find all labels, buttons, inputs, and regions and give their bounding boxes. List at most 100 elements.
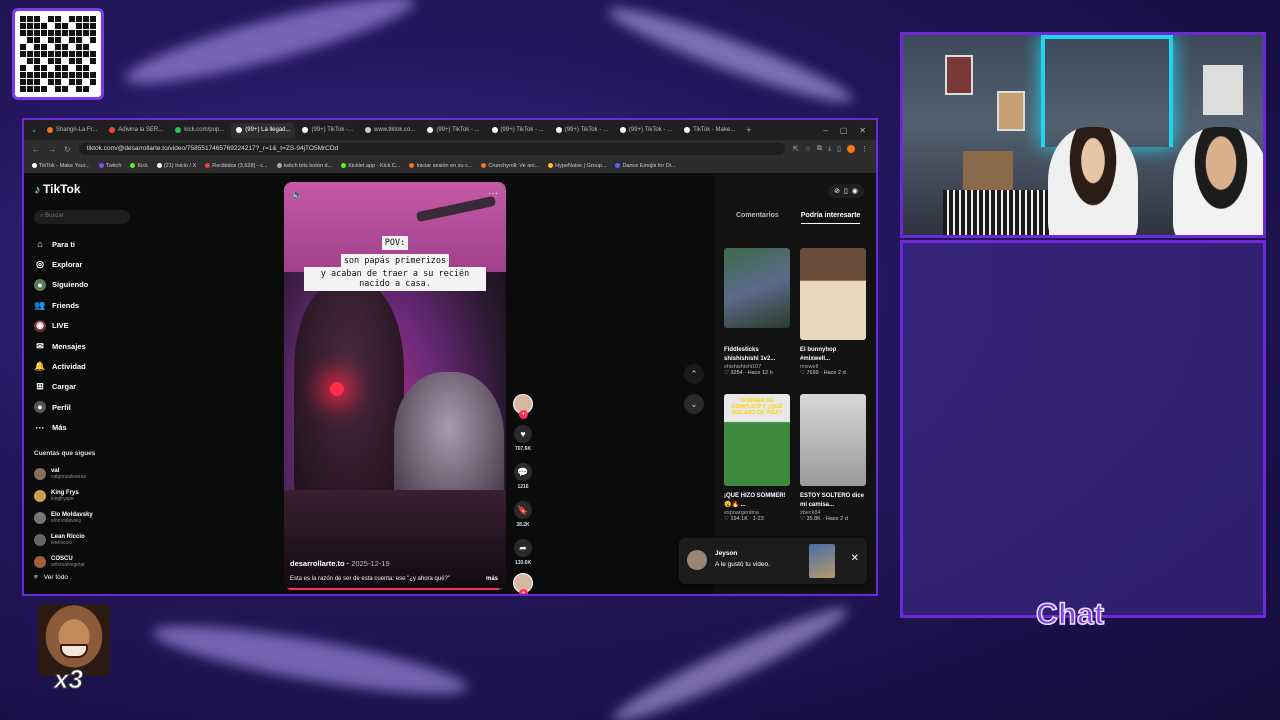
qr-module xyxy=(34,86,40,92)
menu-item-perfil[interactable]: ● Perfil xyxy=(34,397,88,417)
creator-avatar[interactable] xyxy=(513,394,533,419)
like-icon[interactable]: ♥ xyxy=(514,425,532,443)
bookmark-item[interactable]: HypeNoise | Group... xyxy=(548,163,606,169)
tiktok-logo[interactable]: ♪ TikTok xyxy=(34,182,81,196)
menu-item-explorar[interactable]: ◎ Explorar xyxy=(34,254,88,274)
download-icon[interactable]: ⤓ xyxy=(828,145,831,153)
sound-disc-avatar[interactable] xyxy=(513,573,533,594)
video-more-icon[interactable]: ··· xyxy=(488,188,498,199)
menu-item-friends[interactable]: 👥 Friends xyxy=(34,295,88,315)
video-author[interactable]: desarrollarte.to · 2025-12-19 xyxy=(290,559,390,568)
extension-icon[interactable]: ⧉ xyxy=(817,145,822,153)
chevron-up-icon[interactable]: ⌃ xyxy=(684,364,704,384)
volume-icon[interactable]: 🔈 xyxy=(292,190,302,199)
card-thumbnail xyxy=(800,394,866,486)
notification-toast[interactable]: Jeyson A le gustó tu video. ✕ xyxy=(679,538,867,584)
menu-item-mensajes[interactable]: ✉ Mensajes xyxy=(34,336,88,356)
browser-tab[interactable]: Shangri-La Fr... xyxy=(42,123,102,138)
browser-tab[interactable]: www.tiktok.co... xyxy=(360,123,420,138)
notification-avatar xyxy=(687,550,707,570)
bookmark-item[interactable]: Twitch xyxy=(98,163,121,169)
browser-tab[interactable]: (99+) TikTok - ... xyxy=(551,123,613,138)
bookmark-item[interactable]: Kick xyxy=(130,163,148,169)
menu-item-siguiendo[interactable]: ● Siguiendo xyxy=(34,275,88,295)
tab-search-icon[interactable]: ⌄ xyxy=(28,126,40,134)
sidepanel-icon[interactable]: ▯ xyxy=(837,145,841,153)
user-avatar[interactable]: ◉ xyxy=(852,187,858,195)
tab-comentarios[interactable]: Comentarios xyxy=(736,212,779,224)
bookmark-item[interactable]: (21) Inicio / X xyxy=(156,163,196,169)
chevron-down-icon[interactable]: ⌄ xyxy=(684,394,704,414)
following-account[interactable]: King Frys kingfryspe xyxy=(34,490,79,502)
more-icon: ··· xyxy=(35,422,45,433)
chat-panel xyxy=(900,240,1266,618)
menu-item-para-ti[interactable]: ⌂ Para ti xyxy=(34,234,88,254)
url-field[interactable]: tiktok.com/@desarrollarte.to/video/75855… xyxy=(78,143,785,155)
bookmark-icon[interactable]: 🔖 xyxy=(514,501,532,519)
comment-icon[interactable]: 💬 xyxy=(514,463,532,481)
qr-module xyxy=(62,58,68,64)
browser-tab[interactable]: kick.com/pop... xyxy=(170,123,229,138)
browser-tab[interactable]: Adivina la SER... xyxy=(104,123,168,138)
forward-icon[interactable]: → xyxy=(48,145,56,154)
qr-module xyxy=(34,72,40,78)
recommended-card[interactable]: El bunnyhop #mixwell... mixwell ♡ 7699 ·… xyxy=(800,248,866,376)
menu-item-actividad[interactable]: 🔔 Actividad xyxy=(34,356,88,376)
device-icon[interactable]: ▯ xyxy=(844,187,848,195)
bookmark-item[interactable]: Crunchyroll: Ve ani... xyxy=(481,163,539,169)
tab-podria-interesarte[interactable]: Podría interesarte xyxy=(800,212,861,224)
see-all-link[interactable]: ≡ Ver todo xyxy=(34,574,68,581)
browser-tab[interactable]: (99+) TikTok - ... xyxy=(422,123,484,138)
streamer-girl xyxy=(1048,127,1138,235)
recommended-card[interactable]: Fiddlesticks shishishishi 1v2... shishis… xyxy=(724,248,790,376)
following-account[interactable]: Elo Moldavsky elomoldavsky xyxy=(34,512,93,524)
menu-label: Siguiendo xyxy=(52,280,89,290)
following-account[interactable]: val valgonzaleeeaa xyxy=(34,468,86,480)
following-account[interactable]: Lean Riccio leanriccio xyxy=(34,534,85,546)
menu-item-cargar[interactable]: ⊞ Cargar xyxy=(34,377,88,397)
qr-module xyxy=(62,51,68,57)
card-thumbnail: SUMMER SE COMPLICÓ Y ¿QUÉ GOLAZO DE PISA… xyxy=(724,394,790,486)
browser-tab[interactable]: (99+) TikTok -... xyxy=(297,123,358,138)
qr-module xyxy=(41,72,47,78)
search-input[interactable]: ⌕ Buscar xyxy=(34,210,130,224)
bookmark-item[interactable]: twitch bits botón d... xyxy=(276,163,332,169)
browser-tab[interactable]: TikTok - Make... xyxy=(679,123,740,138)
bookmark-item[interactable]: Recibidos (3,628) - c... xyxy=(205,163,268,169)
coin-icon[interactable]: ⊘ xyxy=(834,187,840,195)
qr-module xyxy=(55,58,61,64)
browser-tab-active[interactable]: (99+) La llegad... xyxy=(231,122,296,138)
video-progress-bar[interactable] xyxy=(284,588,506,590)
browser-tab[interactable]: (99+) TikTok - ... xyxy=(487,123,549,138)
share-icon[interactable]: ➦ xyxy=(514,539,532,557)
minimize-icon[interactable]: – xyxy=(823,126,827,135)
bookmark-item[interactable]: Iniciar sesión en su c... xyxy=(409,163,472,169)
card-time: Hace 12 h xyxy=(747,370,773,376)
browser-tab[interactable]: (99+) TikTok - ... xyxy=(615,123,677,138)
close-icon[interactable]: ✕ xyxy=(851,553,859,564)
account-handle: elomoldavsky xyxy=(51,518,82,524)
cast-icon[interactable]: ⇱ xyxy=(793,145,799,153)
bookmark-item[interactable]: Kicklet.app - Kick C... xyxy=(341,163,400,169)
new-tab-button[interactable]: + xyxy=(742,125,755,135)
back-icon[interactable]: ← xyxy=(32,145,40,154)
more-button[interactable]: más xyxy=(486,576,498,582)
bookmark-item[interactable]: Dance Emojis for Di... xyxy=(615,163,676,169)
live-icon: ◉ xyxy=(34,319,46,332)
recommended-card[interactable]: ESTOY SOLTERO dice mi camisa... zbeck84 … xyxy=(800,394,866,522)
maximize-icon[interactable]: ▢ xyxy=(840,126,848,135)
video-player[interactable]: 🔈 ··· POV: son papás primerizos y acaban… xyxy=(284,182,506,590)
menu-kebab-icon[interactable]: ⋮ xyxy=(861,145,868,153)
close-icon[interactable]: ✕ xyxy=(859,126,866,135)
profile-avatar[interactable] xyxy=(847,145,855,153)
menu-item-live[interactable]: ◉ LIVE xyxy=(34,316,88,336)
menu-item-mas[interactable]: ··· Más xyxy=(34,418,88,438)
qr-module xyxy=(48,51,54,57)
following-account[interactable]: COSCU adictoalvegetal xyxy=(34,556,84,568)
qr-module xyxy=(76,44,82,50)
star-icon[interactable]: ☆ xyxy=(805,145,811,153)
reload-icon[interactable]: ↻ xyxy=(64,145,71,154)
qr-module xyxy=(41,30,47,36)
recommended-card[interactable]: SUMMER SE COMPLICÓ Y ¿QUÉ GOLAZO DE PISA… xyxy=(724,394,790,522)
bookmark-item[interactable]: TikTok - Make Your... xyxy=(32,163,90,169)
